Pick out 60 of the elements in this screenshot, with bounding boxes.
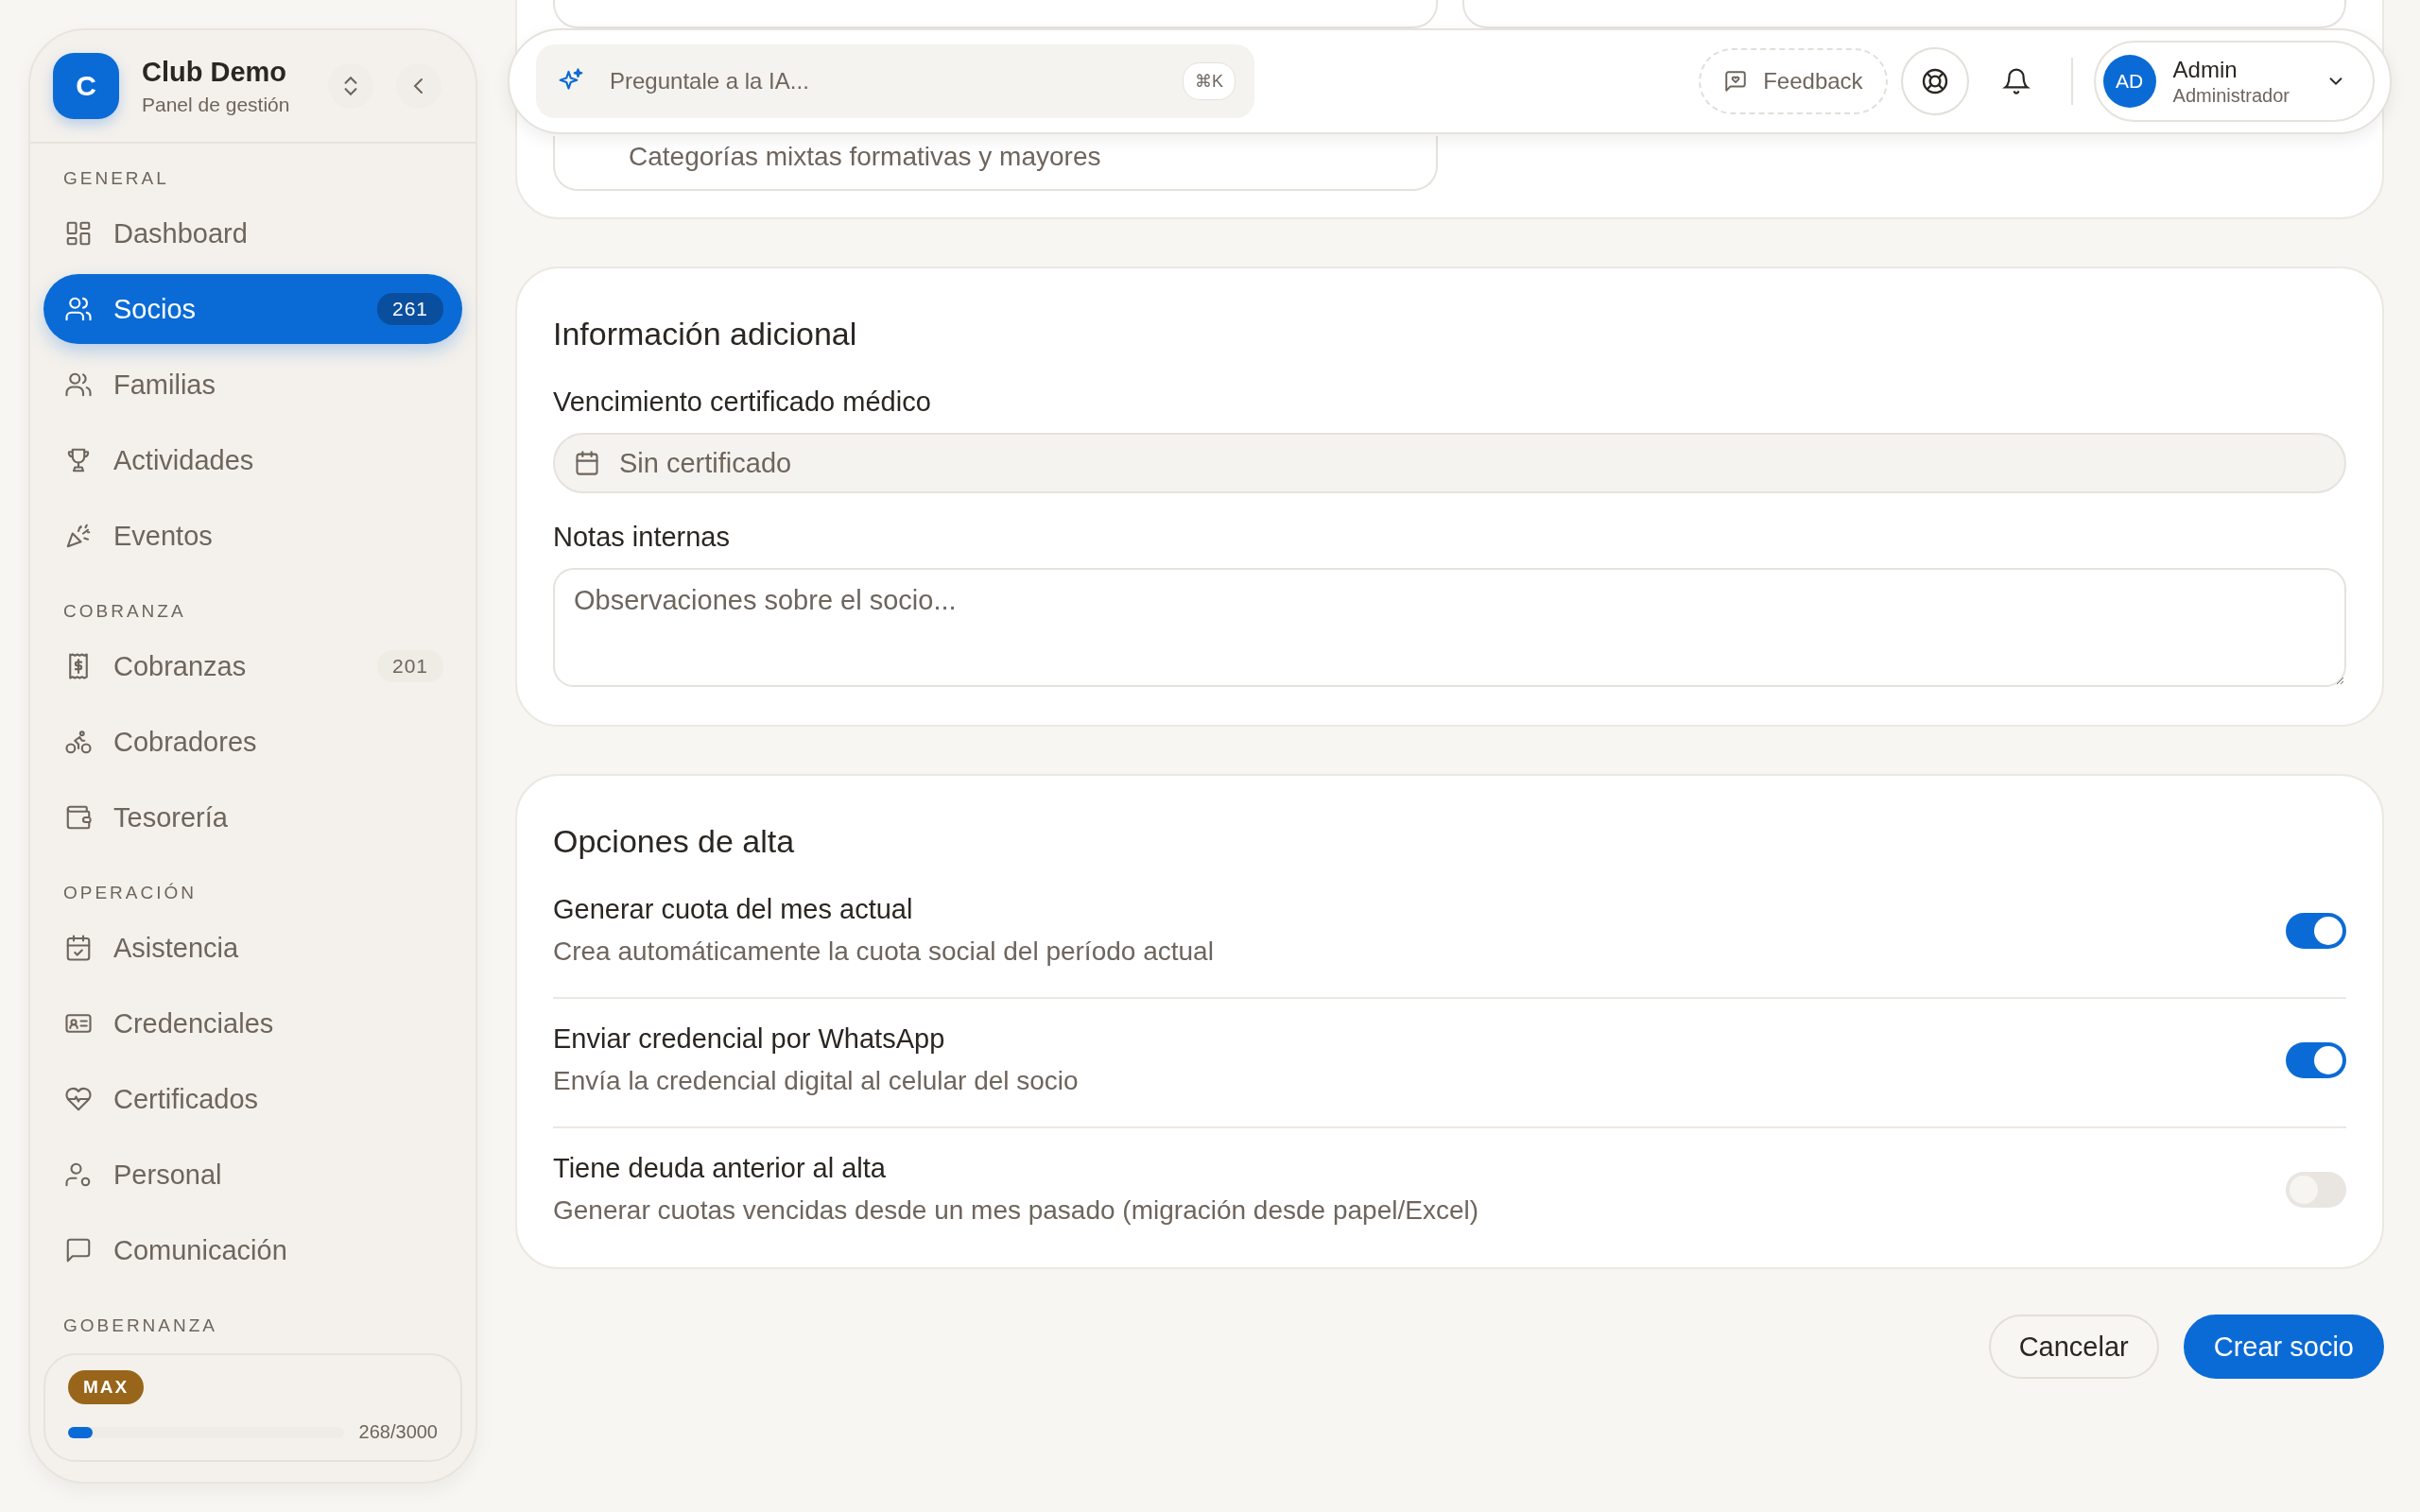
- option-label: Tiene deuda anterior al alta: [553, 1153, 887, 1184]
- option-label: Generar cuota del mes actual: [553, 894, 914, 925]
- feedback-button[interactable]: Feedback: [1699, 48, 1888, 114]
- category-field[interactable]: Categorías mixtas formativas y mayores: [553, 136, 1438, 191]
- section-title: COBRANZA: [62, 601, 187, 622]
- nav-item[interactable]: Tesorería: [43, 782, 462, 852]
- notes-field[interactable]: Observaciones sobre el socio...: [553, 568, 2346, 687]
- nav-item[interactable]: Credenciales: [43, 988, 462, 1058]
- option-description: Crea automáticamente la cuota social del período actual: [553, 936, 1215, 967]
- toggle-switch[interactable]: [2286, 1041, 2346, 1078]
- plan-badge: MAX: [68, 1370, 145, 1404]
- users-icon: [64, 370, 93, 399]
- club-logo: C: [53, 53, 119, 119]
- cancel-button[interactable]: Cancelar: [1988, 1314, 2159, 1379]
- usage-count: 268/3000: [358, 1421, 438, 1443]
- club-subtitle: Panel de gestión: [142, 93, 291, 116]
- toggle-switch[interactable]: [2286, 1171, 2346, 1208]
- field-label: Notas internas: [553, 522, 731, 553]
- nav-item[interactable]: Cobradores: [43, 707, 462, 777]
- submit-button[interactable]: Crear socio: [2183, 1314, 2384, 1379]
- nav-item[interactable]: Dashboard: [43, 198, 462, 268]
- wallet-icon: [64, 803, 93, 832]
- bell-icon: [2001, 67, 2031, 95]
- section-title: GOBERNANZA: [62, 1315, 219, 1336]
- users-icon: [64, 295, 93, 323]
- nav-item[interactable]: Certificados: [43, 1064, 462, 1134]
- feedback-icon: [1723, 69, 1749, 94]
- date-field[interactable]: Sin certificado: [553, 433, 2346, 493]
- chat-icon: [64, 1236, 93, 1264]
- user-avatar: AD: [2102, 55, 2156, 108]
- calendar-icon: [574, 450, 600, 476]
- nav-item[interactable]: Asistencia: [43, 913, 462, 983]
- nav-item[interactable]: Familias: [43, 350, 462, 420]
- nav-item[interactable]: Actividades: [43, 425, 462, 495]
- calendar-check-icon: [64, 934, 93, 962]
- nav-item[interactable]: Eventos: [43, 501, 462, 571]
- option-label: Enviar credencial por WhatsApp: [553, 1023, 946, 1055]
- nav-item[interactable]: Comunicación: [43, 1215, 462, 1285]
- club-name: Club Demo: [142, 56, 288, 88]
- card-title: Información adicional: [553, 316, 858, 352]
- user-menu[interactable]: AD Admin Administrador: [2093, 41, 2375, 122]
- card-title: Opciones de alta: [553, 823, 796, 860]
- section-title: GENERAL: [62, 168, 170, 189]
- user-role: Administrador: [2172, 84, 2290, 107]
- bicycle-icon: [64, 728, 93, 756]
- user-gear-icon: [64, 1160, 93, 1189]
- party-popper-icon: [64, 522, 93, 550]
- grid-icon: [64, 219, 93, 248]
- option-description: Envía la credencial digital al celular del socio: [553, 1066, 1080, 1096]
- heart-pulse-icon: [64, 1085, 93, 1113]
- field-label: Vencimiento certificado médico: [553, 387, 932, 418]
- toggle-switch[interactable]: [2286, 912, 2346, 949]
- option-description: Generar cuotas vencidas desde un mes pasado (migración desde papel/Excel): [553, 1195, 1479, 1226]
- user-name: Admin: [2172, 56, 2238, 83]
- count-badge: 261: [376, 293, 443, 325]
- nav-item[interactable]: Personal: [43, 1140, 462, 1210]
- nav-item[interactable]: Socios 261: [43, 274, 462, 344]
- nav-item[interactable]: Cobranzas 201: [43, 631, 462, 701]
- count-badge: 201: [376, 650, 443, 682]
- section-title: OPERACIÓN: [62, 883, 199, 903]
